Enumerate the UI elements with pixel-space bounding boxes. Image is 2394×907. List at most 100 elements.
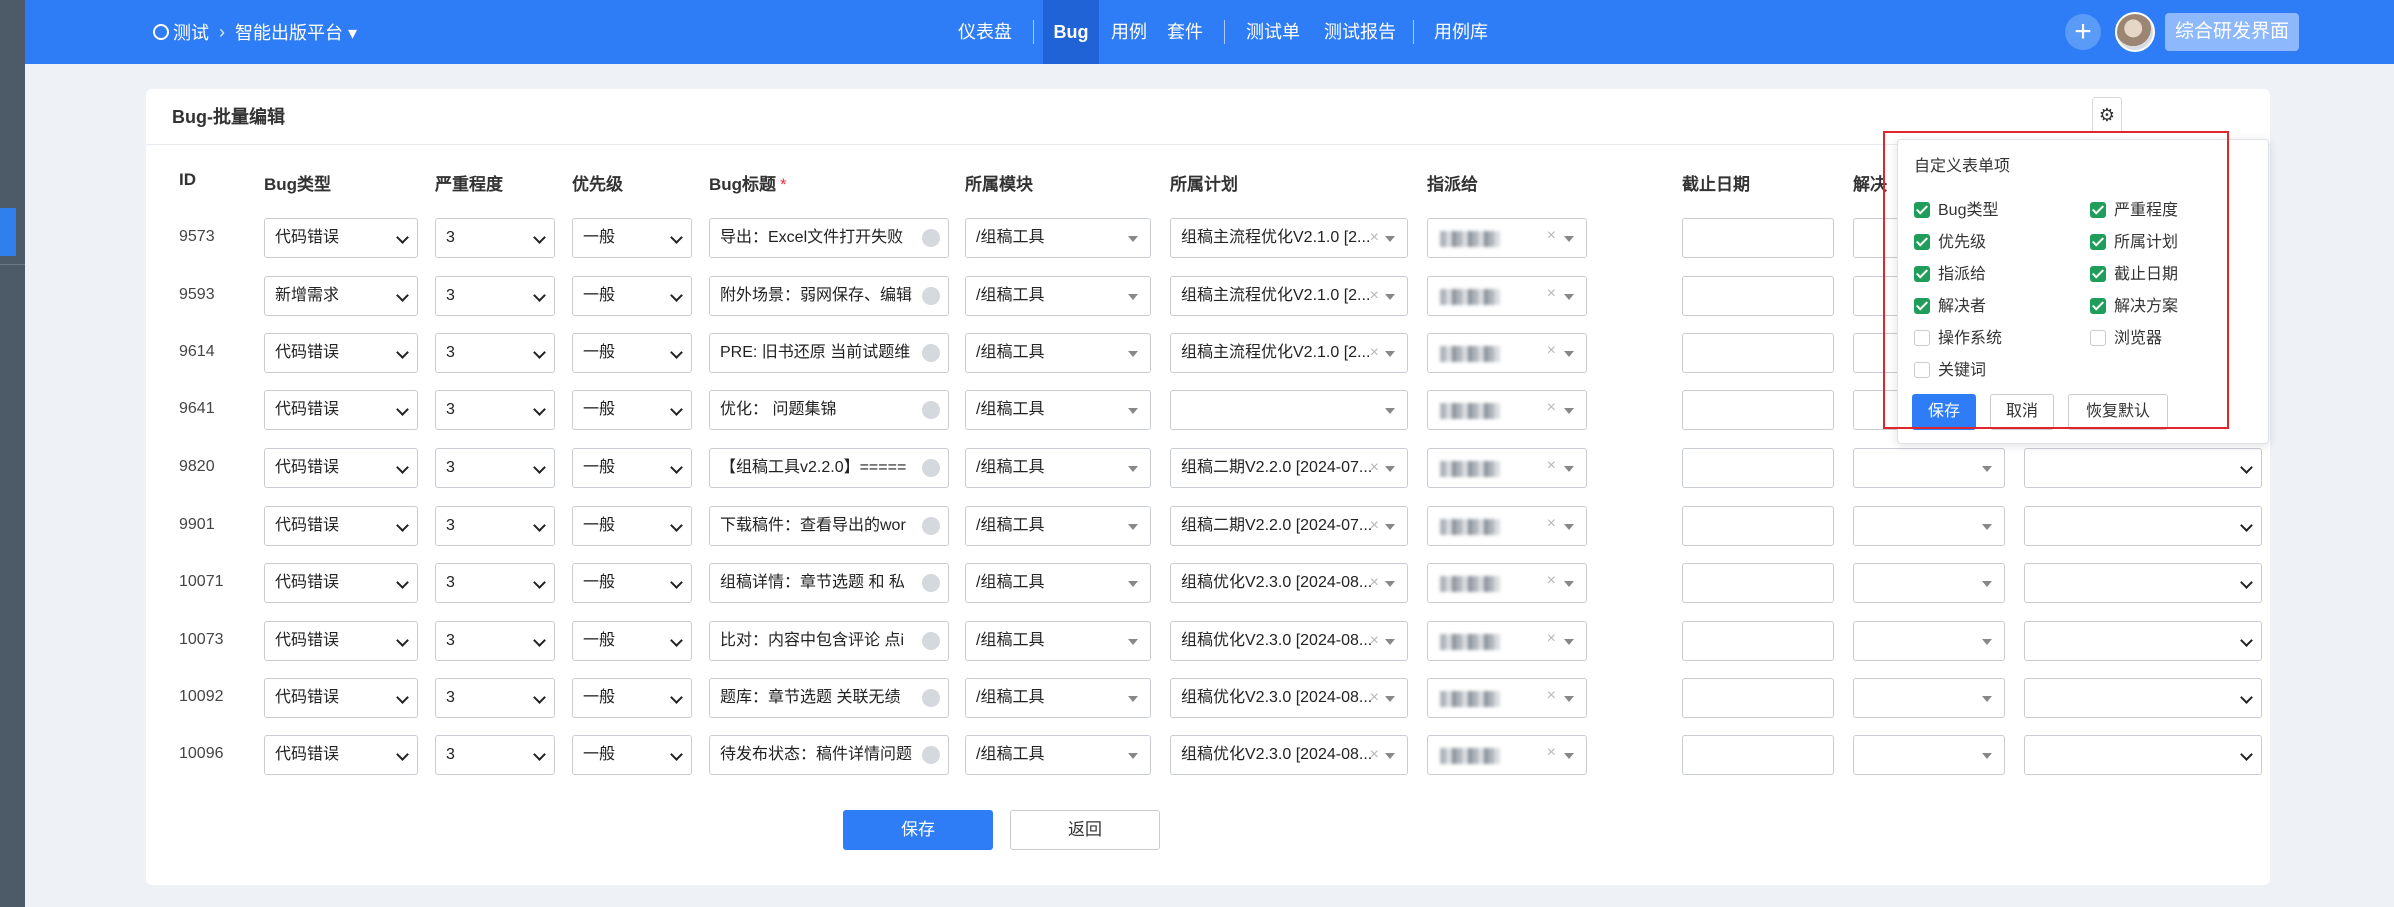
bug-title-input[interactable]: PRE: 旧书还原 当前试题维 [709, 333, 949, 373]
module-select[interactable]: /组稿工具 [965, 506, 1151, 546]
resolver-select[interactable] [1853, 506, 2005, 546]
bug-type-select[interactable]: 代码错误 [264, 735, 418, 775]
severity-select[interactable]: 3 [435, 276, 555, 316]
assignee-select[interactable]: × [1427, 563, 1587, 603]
module-select[interactable]: /组稿工具 [965, 735, 1151, 775]
palette-icon[interactable] [922, 574, 940, 592]
priority-select[interactable]: 一般 [572, 448, 692, 488]
sidebar-active-indicator[interactable] [0, 208, 16, 256]
severity-select[interactable]: 3 [435, 678, 555, 718]
assignee-select[interactable]: × [1427, 333, 1587, 373]
clear-icon[interactable]: × [1370, 736, 1379, 774]
plan-select[interactable]: 组稿主流程优化V2.1.0 [2... × [1170, 218, 1408, 258]
assignee-select[interactable]: × [1427, 390, 1587, 430]
solution-select[interactable] [2024, 448, 2262, 488]
module-select[interactable]: /组稿工具 [965, 218, 1151, 258]
palette-icon[interactable] [922, 344, 940, 362]
plan-select[interactable]: 组稿优化V2.3.0 [2024-08... × [1170, 735, 1408, 775]
palette-icon[interactable] [922, 746, 940, 764]
nav-bug[interactable]: Bug [1043, 0, 1099, 64]
clear-icon[interactable]: × [1547, 457, 1556, 475]
plan-select[interactable]: 组稿主流程优化V2.1.0 [2... × [1170, 333, 1408, 373]
module-select[interactable]: /组稿工具 [965, 333, 1151, 373]
plan-select[interactable]: 组稿二期V2.2.0 [2024-07... × [1170, 506, 1408, 546]
bug-title-input[interactable]: 附外场景：弱网保存、编辑 [709, 276, 949, 316]
priority-select[interactable]: 一般 [572, 735, 692, 775]
bug-title-input[interactable]: 组稿详情：章节选题 和 私 [709, 563, 949, 603]
clear-icon[interactable]: × [1370, 679, 1379, 717]
clear-icon[interactable]: × [1370, 564, 1379, 602]
deadline-input[interactable] [1682, 218, 1834, 258]
module-select[interactable]: /组稿工具 [965, 678, 1151, 718]
severity-select[interactable]: 3 [435, 563, 555, 603]
clear-icon[interactable]: × [1370, 277, 1379, 315]
resolver-select[interactable] [1853, 621, 2005, 661]
assignee-select[interactable]: × [1427, 735, 1587, 775]
workspace-switch-button[interactable]: 综合研发界面 [2165, 13, 2300, 51]
assignee-select[interactable]: × [1427, 621, 1587, 661]
severity-select[interactable]: 3 [435, 621, 555, 661]
priority-select[interactable]: 一般 [572, 276, 692, 316]
priority-select[interactable]: 一般 [572, 333, 692, 373]
deadline-input[interactable] [1682, 276, 1834, 316]
bug-title-input[interactable]: 比对：内容中包含评论 点i [709, 621, 949, 661]
palette-icon[interactable] [922, 517, 940, 535]
create-plus-button[interactable]: + [2065, 14, 2101, 50]
clear-icon[interactable]: × [1547, 227, 1556, 245]
clear-icon[interactable]: × [1547, 399, 1556, 417]
plan-select[interactable]: 组稿优化V2.3.0 [2024-08... × [1170, 563, 1408, 603]
gear-icon[interactable]: ⚙ [2092, 97, 2122, 133]
severity-select[interactable]: 3 [435, 506, 555, 546]
priority-select[interactable]: 一般 [572, 563, 692, 603]
nav-testreport[interactable]: 测试报告 [1318, 0, 1402, 64]
clear-icon[interactable]: × [1547, 630, 1556, 648]
bug-title-input[interactable]: 题库：章节选题 关联无绩 [709, 678, 949, 718]
clear-icon[interactable]: × [1370, 334, 1379, 372]
severity-select[interactable]: 3 [435, 735, 555, 775]
priority-select[interactable]: 一般 [572, 506, 692, 546]
priority-select[interactable]: 一般 [572, 218, 692, 258]
bug-title-input[interactable]: 下载稿件：查看导出的wor [709, 506, 949, 546]
deadline-input[interactable] [1682, 563, 1834, 603]
bug-title-input[interactable]: 导出：Excel文件打开失败 [709, 218, 949, 258]
clear-icon[interactable]: × [1370, 622, 1379, 660]
assignee-select[interactable]: × [1427, 218, 1587, 258]
palette-icon[interactable] [922, 459, 940, 477]
severity-select[interactable]: 3 [435, 390, 555, 430]
bug-type-select[interactable]: 代码错误 [264, 563, 418, 603]
assignee-select[interactable]: × [1427, 678, 1587, 718]
bug-type-select[interactable]: 代码错误 [264, 448, 418, 488]
product-link[interactable]: 测试 [153, 19, 209, 45]
priority-select[interactable]: 一般 [572, 678, 692, 718]
plan-select[interactable] [1170, 390, 1408, 430]
priority-select[interactable]: 一般 [572, 390, 692, 430]
bug-type-select[interactable]: 代码错误 [264, 621, 418, 661]
deadline-input[interactable] [1682, 506, 1834, 546]
bug-type-select[interactable]: 代码错误 [264, 218, 418, 258]
clear-icon[interactable]: × [1370, 449, 1379, 487]
bug-title-input[interactable]: 待发布状态：稿件详情问题 [709, 735, 949, 775]
module-select[interactable]: /组稿工具 [965, 390, 1151, 430]
assignee-select[interactable]: × [1427, 448, 1587, 488]
deadline-input[interactable] [1682, 678, 1834, 718]
nav-testtask[interactable]: 测试单 [1241, 0, 1305, 64]
bug-type-select[interactable]: 代码错误 [264, 678, 418, 718]
back-button[interactable]: 返回 [1010, 810, 1160, 850]
severity-select[interactable]: 3 [435, 218, 555, 258]
severity-select[interactable]: 3 [435, 448, 555, 488]
module-select[interactable]: /组稿工具 [965, 563, 1151, 603]
clear-icon[interactable]: × [1547, 572, 1556, 590]
clear-icon[interactable]: × [1547, 687, 1556, 705]
solution-select[interactable] [2024, 621, 2262, 661]
plan-select[interactable]: 组稿主流程优化V2.1.0 [2... × [1170, 276, 1408, 316]
palette-icon[interactable] [922, 287, 940, 305]
priority-select[interactable]: 一般 [572, 621, 692, 661]
module-select[interactable]: /组稿工具 [965, 448, 1151, 488]
deadline-input[interactable] [1682, 621, 1834, 661]
plan-select[interactable]: 组稿优化V2.3.0 [2024-08... × [1170, 678, 1408, 718]
bug-type-select[interactable]: 代码错误 [264, 390, 418, 430]
palette-icon[interactable] [922, 689, 940, 707]
palette-icon[interactable] [922, 632, 940, 650]
nav-cases[interactable]: 用例 [1107, 0, 1151, 64]
bug-type-select[interactable]: 代码错误 [264, 506, 418, 546]
